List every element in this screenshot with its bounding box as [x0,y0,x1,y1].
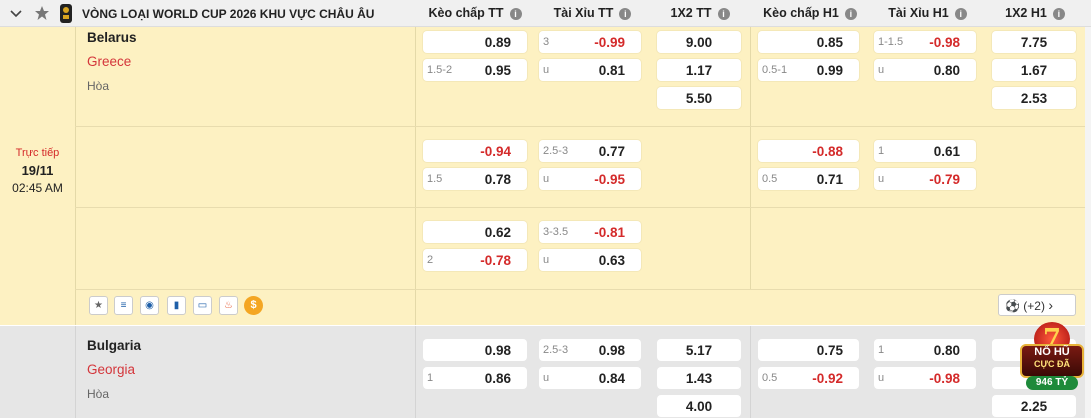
field-icon[interactable]: ▭ [193,296,212,315]
match-time: 02:45 AM [12,181,63,195]
odds-cell[interactable]: 1 0.80 [874,339,976,361]
odds-cell[interactable]: 0.5 0.71 [758,168,859,190]
odds-cell[interactable]: 9.00 [657,31,741,53]
odds-cell[interactable]: 2.5-3 0.98 [539,339,641,361]
odds-cell[interactable]: u 0.84 [539,367,641,389]
odds-cell[interactable]: 3 -0.99 [539,31,641,53]
away-team[interactable]: Georgia [87,362,135,377]
odds-cell[interactable]: 2.5-3 0.77 [539,140,641,162]
odds-cell[interactable]: 1-1.5 -0.98 [874,31,976,53]
odds-cell[interactable]: 7.75 [992,31,1076,53]
odds-cell[interactable]: -0.94 [423,140,527,162]
info-icon[interactable]: i [509,7,522,20]
home-team[interactable]: Bulgaria [87,338,141,353]
divider [75,207,1085,208]
live-status: Trực tiếp [15,147,60,159]
badge-text: CỰC ĐÃ [1034,359,1070,369]
odds-cell[interactable]: 0.75 [758,339,859,361]
info-icon[interactable]: i [1052,7,1065,20]
col-1x2-h1: 1X2 H1 i [985,0,1085,27]
odds-cell[interactable]: u 0.80 [874,59,976,81]
col-handicap-ft: Kèo chấp TT i [415,0,535,27]
odds-cell[interactable]: 4.00 [657,395,741,417]
odds-cell[interactable]: 5.50 [657,87,741,109]
league-title[interactable]: VÒNG LOẠI WORLD CUP 2026 KHU VỰC CHÂU ÂU [82,7,374,21]
badge-text: NỔ HŨ [1034,346,1070,358]
odds-cell[interactable]: 2.53 [992,87,1076,109]
odds-cell[interactable]: u -0.95 [539,168,641,190]
odds-cell[interactable]: 5.17 [657,339,741,361]
col-handicap-h1: Kèo chấp H1 i [750,0,870,27]
odds-cell[interactable]: 0.89 [423,31,527,53]
odds-cell[interactable]: 0.98 [423,339,527,361]
odds-cell[interactable]: 0.85 [758,31,859,53]
odds-cell[interactable]: u -0.98 [874,367,976,389]
divider [75,126,1085,127]
odds-cell[interactable]: 3-3.5 -0.81 [539,221,641,243]
col-1x2-ft: 1X2 TT i [650,0,750,27]
info-icon[interactable]: i [619,7,632,20]
badge-amount: 946 TỶ [1026,376,1078,390]
favorite-icon[interactable]: ★ [89,296,108,315]
trophy-icon [60,4,72,23]
eye-icon[interactable]: ◉ [140,296,159,315]
divider [415,27,416,325]
fire-icon[interactable]: ♨ [219,296,238,315]
divider [415,326,416,418]
odds-cell[interactable]: 0.5-1 0.99 [758,59,859,81]
odds-cell[interactable]: 0.5 -0.92 [758,367,859,389]
home-team[interactable]: Belarus [87,30,137,45]
divider [750,326,751,418]
divider [75,27,76,325]
draw-label: Hòa [87,387,110,401]
odds-cell[interactable]: u 0.81 [539,59,641,81]
odds-cell[interactable]: 2 -0.78 [423,249,527,271]
odds-cell[interactable]: u -0.79 [874,168,976,190]
info-icon[interactable]: i [954,7,967,20]
database-icon[interactable]: ≡ [114,296,133,315]
odds-cell[interactable]: 1.5 0.78 [423,168,527,190]
info-icon[interactable]: i [844,7,857,20]
odds-cell[interactable]: 0.62 [423,221,527,243]
odds-cell[interactable]: u 0.63 [539,249,641,271]
jackpot-promo-badge[interactable]: 7 NỔ HŨ CỰC ĐÃ 946 TỶ [1018,322,1086,392]
divider [75,289,1085,290]
stats-chart-icon[interactable]: ▮ [167,296,186,315]
odds-cell[interactable]: 1.17 [657,59,741,81]
odds-cell[interactable]: 1.67 [992,59,1076,81]
odds-cell[interactable]: 2.25 [992,395,1076,417]
odds-cell[interactable]: 1 0.61 [874,140,976,162]
divider [75,326,76,418]
match-date: 19/11 [21,163,54,178]
divider [750,27,751,289]
info-icon[interactable]: i [717,7,730,20]
odds-cell[interactable]: 1.5-2 0.95 [423,59,527,81]
collapse-chevron-icon[interactable] [9,6,23,20]
odds-cell[interactable]: 1 0.86 [423,367,527,389]
draw-label: Hòa [87,79,110,93]
odds-cell[interactable]: 1.43 [657,367,741,389]
coin-icon[interactable]: $ [244,296,263,315]
col-overunder-ft: Tài Xỉu TT i [535,0,650,27]
favorite-star-icon[interactable] [34,5,50,21]
more-markets-button[interactable]: ⚽ (+2) › [998,294,1076,316]
odds-cell[interactable]: -0.88 [758,140,859,162]
away-team[interactable]: Greece [87,54,131,69]
col-overunder-h1: Tài Xỉu H1 i [870,0,985,27]
